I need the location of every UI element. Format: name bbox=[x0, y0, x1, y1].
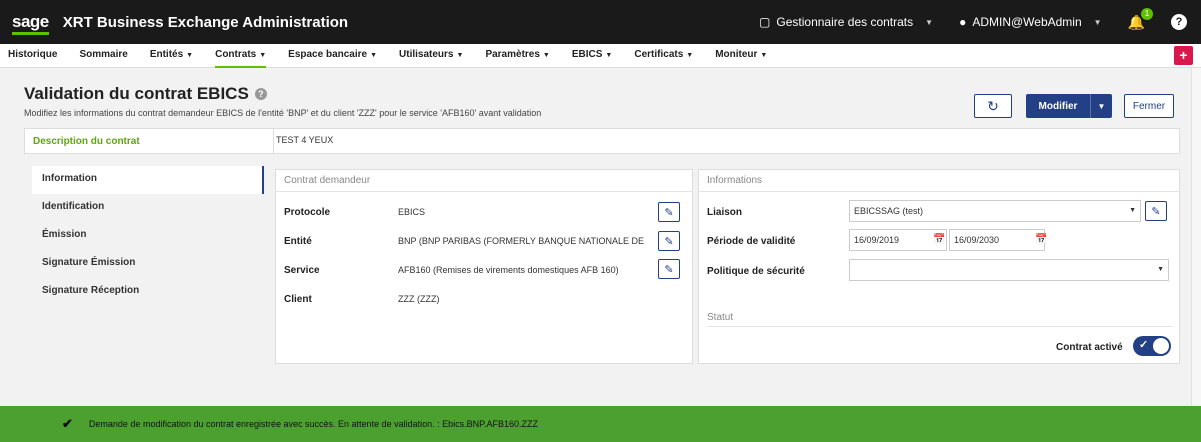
nav-contrats[interactable]: Contrats ▼ bbox=[215, 44, 267, 68]
role-label: Gestionnaire des contrats bbox=[776, 15, 914, 29]
banner-message: Demande de modification du contrat enreg… bbox=[88, 419, 538, 429]
nav-parametres[interactable]: Paramètres ▼ bbox=[485, 44, 549, 68]
chevron-down-icon: ▼ bbox=[605, 51, 613, 59]
edit-service-button[interactable]: ✎ bbox=[658, 259, 680, 279]
edit-liaison-button[interactable]: ✎ bbox=[1145, 201, 1167, 221]
contrat-demandeur-panel: Contrat demandeur Protocole EBICS ✎ Enti… bbox=[275, 169, 693, 364]
nav-historique[interactable]: Historique bbox=[8, 44, 57, 68]
liaison-value: EBICSSAG (test) bbox=[854, 206, 924, 216]
edit-entite-button[interactable]: ✎ bbox=[658, 231, 680, 251]
panel-title: Contrat demandeur bbox=[276, 170, 692, 192]
edit-icon: ✎ bbox=[664, 263, 674, 276]
app-title: XRT Business Exchange Administration bbox=[62, 13, 349, 31]
tab-signature-reception[interactable]: Signature Réception bbox=[32, 278, 264, 306]
description-label: Description du contrat bbox=[33, 136, 140, 147]
chevron-down-icon: ▼ bbox=[1129, 207, 1136, 214]
chevron-down-icon: ▼ bbox=[542, 51, 550, 59]
edit-protocole-button[interactable]: ✎ bbox=[658, 202, 680, 222]
scrollbar[interactable] bbox=[1191, 68, 1201, 406]
help-icon[interactable]: ? bbox=[1171, 14, 1187, 30]
client-value: ZZZ (ZZZ) bbox=[398, 294, 440, 304]
nav-sommaire[interactable]: Sommaire bbox=[79, 44, 127, 68]
service-value: AFB160 (Remises de virements domestiques… bbox=[398, 265, 619, 275]
edit-icon: ✎ bbox=[1151, 205, 1161, 218]
refresh-button[interactable]: ↻ bbox=[974, 94, 1012, 118]
check-icon: ✔ bbox=[62, 416, 73, 431]
nav-ebics[interactable]: EBICS ▼ bbox=[572, 44, 613, 68]
chevron-down-icon: ▼ bbox=[370, 51, 378, 59]
nav-entites[interactable]: Entités ▼ bbox=[150, 44, 193, 68]
modify-button-label: Modifier bbox=[1038, 100, 1078, 112]
date-end-input[interactable]: 16/09/2030 bbox=[949, 229, 1045, 251]
statut-title: Statut bbox=[707, 312, 734, 323]
notification-badge: 1 bbox=[1141, 7, 1153, 20]
divider bbox=[707, 326, 1173, 327]
user-icon: ● bbox=[959, 15, 967, 29]
contrat-active-toggle[interactable]: ✓ bbox=[1133, 336, 1171, 356]
panel-title: Informations bbox=[699, 170, 1179, 192]
politique-select[interactable]: ▼ bbox=[849, 259, 1169, 281]
top-bar: sage XRT Business Exchange Administratio… bbox=[0, 0, 1201, 44]
protocole-label: Protocole bbox=[284, 207, 331, 218]
calendar-icon[interactable]: 📅 bbox=[933, 234, 945, 245]
help-icon[interactable]: ? bbox=[254, 88, 267, 100]
tab-information[interactable]: Information bbox=[32, 166, 264, 194]
chevron-down-icon: ▼ bbox=[186, 51, 194, 59]
client-label: Client bbox=[284, 294, 312, 305]
tab-emission[interactable]: Émission bbox=[32, 222, 264, 250]
chevron-down-icon: ▼ bbox=[925, 17, 934, 27]
entite-value: BNP (BNP PARIBAS (FORMERLY BANQUE NATION… bbox=[398, 236, 645, 246]
calendar-icon[interactable]: 📅 bbox=[1035, 234, 1047, 245]
chevron-down-icon: ▼ bbox=[686, 51, 694, 59]
date-end-value: 16/09/2030 bbox=[954, 235, 1000, 245]
main-nav: Historique Sommaire Entités ▼ Contrats ▼ E… bbox=[0, 44, 1201, 68]
service-label: Service bbox=[284, 265, 320, 276]
protocole-value: EBICS bbox=[398, 207, 426, 217]
chevron-down-icon: ▼ bbox=[760, 51, 768, 59]
tab-identification[interactable]: Identification bbox=[32, 194, 264, 222]
contrat-active-label: Contrat activé bbox=[1056, 342, 1123, 353]
liaison-select[interactable]: EBICSSAG (test) ▼ bbox=[849, 200, 1141, 222]
entite-label: Entité bbox=[284, 236, 312, 247]
page-title: Validation du contrat EBICS ? bbox=[24, 84, 267, 104]
nav-moniteur[interactable]: Moniteur ▼ bbox=[715, 44, 767, 68]
modify-button[interactable]: Modifier ▼ bbox=[1026, 94, 1112, 118]
nav-utilisateurs[interactable]: Utilisateurs ▼ bbox=[399, 44, 463, 68]
informations-panel: Informations Liaison EBICSSAG (test) ▼ ✎… bbox=[698, 169, 1180, 364]
role-icon: ▢ bbox=[759, 15, 771, 29]
side-tabs: Information Identification Émission Sign… bbox=[32, 166, 264, 306]
page-subtitle: Modifiez les informations du contrat dem… bbox=[24, 108, 542, 118]
role-menu[interactable]: ▢ Gestionnaire des contrats ▼ bbox=[759, 15, 933, 29]
success-banner: ✔ Demande de modification du contrat enr… bbox=[0, 406, 1201, 442]
chevron-down-icon[interactable]: ▼ bbox=[1090, 94, 1112, 118]
check-icon: ✓ bbox=[1139, 339, 1149, 351]
contract-description-row: Description du contrat TEST 4 YEUX bbox=[24, 128, 1180, 154]
chevron-down-icon: ▼ bbox=[1157, 266, 1164, 273]
edit-icon: ✎ bbox=[664, 206, 674, 219]
add-button[interactable]: + bbox=[1174, 46, 1193, 65]
tab-signature-emission[interactable]: Signature Émission bbox=[32, 250, 264, 278]
notifications-button[interactable]: 🔔 1 bbox=[1128, 7, 1153, 31]
sage-logo[interactable]: sage bbox=[12, 12, 49, 35]
date-start-value: 16/09/2019 bbox=[854, 235, 900, 245]
nav-espace-bancaire[interactable]: Espace bancaire ▼ bbox=[288, 44, 377, 68]
description-field[interactable]: TEST 4 YEUX bbox=[273, 129, 1179, 153]
toggle-knob bbox=[1153, 338, 1169, 354]
chevron-down-icon: ▼ bbox=[456, 51, 464, 59]
refresh-icon: ↻ bbox=[987, 97, 999, 114]
chevron-down-icon: ▼ bbox=[1093, 17, 1102, 27]
liaison-label: Liaison bbox=[707, 207, 743, 218]
close-button[interactable]: Fermer bbox=[1124, 94, 1174, 118]
user-menu[interactable]: ● ADMIN@WebAdmin ▼ bbox=[959, 15, 1102, 29]
chevron-down-icon: ▼ bbox=[259, 51, 267, 59]
periode-label: Période de validité bbox=[707, 236, 796, 247]
user-label: ADMIN@WebAdmin bbox=[972, 15, 1082, 29]
nav-certificats[interactable]: Certificats ▼ bbox=[634, 44, 693, 68]
politique-label: Politique de sécurité bbox=[707, 266, 805, 277]
edit-icon: ✎ bbox=[664, 235, 674, 248]
